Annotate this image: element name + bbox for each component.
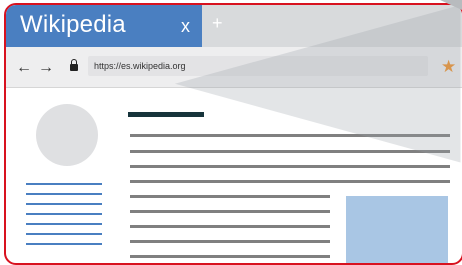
browser-window: Wikipedia x + ← → https://es.wikipedia.o… [4,3,462,265]
sidebar-link[interactable] [26,233,102,235]
forward-button[interactable]: → [38,59,54,77]
tab-wikipedia[interactable]: Wikipedia x [6,5,202,47]
tab-bar: Wikipedia x + [6,5,462,47]
sidebar-link[interactable] [26,213,102,215]
text-line [130,134,450,137]
tab-close-icon[interactable]: x [181,16,190,37]
page-content [6,88,462,263]
sidebar-link[interactable] [26,203,102,205]
back-button[interactable]: ← [16,59,32,77]
new-tab-button[interactable]: + [212,13,223,34]
text-line [130,195,330,198]
image-placeholder [346,196,448,263]
sidebar-link[interactable] [26,193,102,195]
address-bar[interactable]: https://es.wikipedia.org [88,56,428,76]
text-line [130,150,450,153]
browser-toolbar: ← → https://es.wikipedia.org ★ [6,47,462,88]
text-line [130,240,330,243]
star-icon[interactable]: ★ [441,57,456,77]
lock-icon [70,59,78,71]
sidebar-link[interactable] [26,243,102,245]
text-line [130,225,330,228]
article-title-placeholder [128,112,204,117]
text-line [130,180,450,183]
sidebar-link[interactable] [26,223,102,225]
text-line [130,210,330,213]
tab-title: Wikipedia [20,11,126,38]
text-line [130,165,450,168]
logo-placeholder [36,104,98,166]
text-line [130,255,330,258]
sidebar-link[interactable] [26,183,102,185]
